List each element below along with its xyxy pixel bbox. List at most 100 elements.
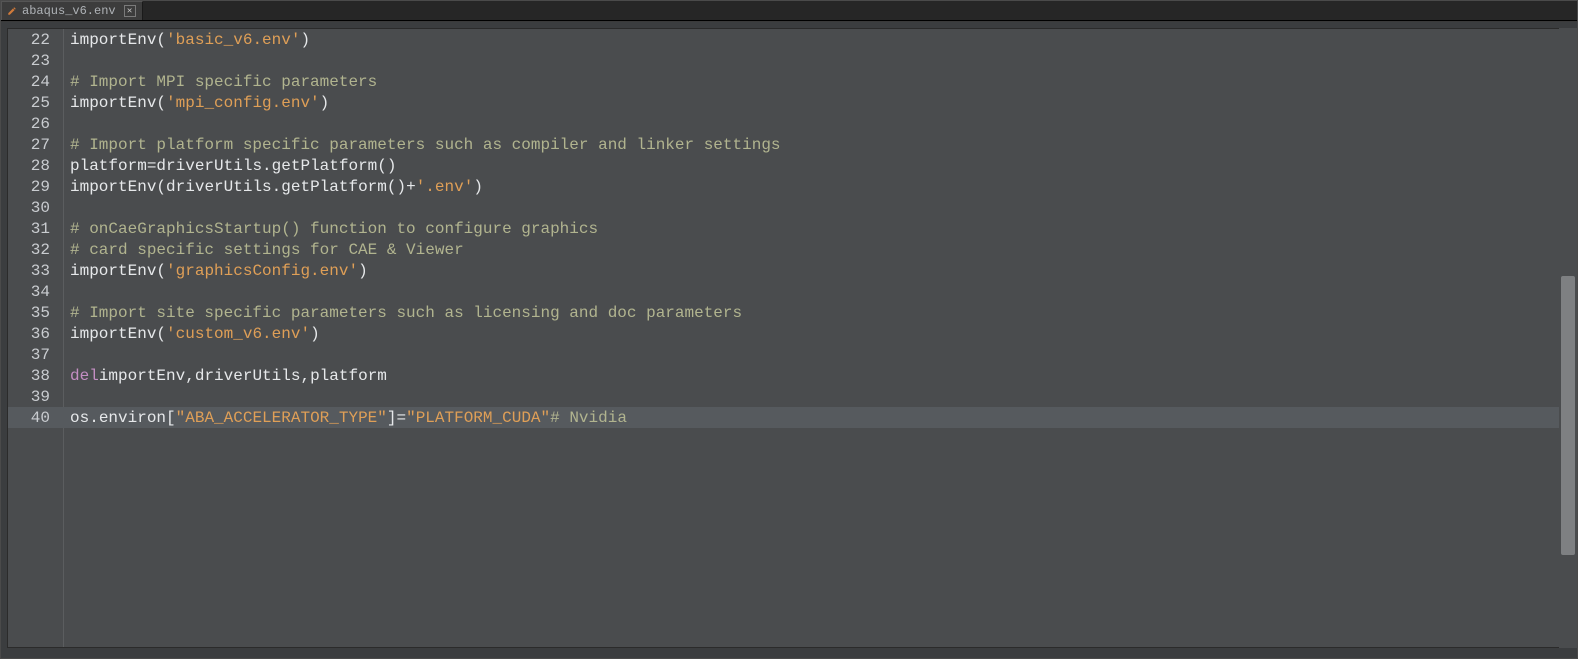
line-number[interactable]: 37	[8, 344, 64, 365]
token-str: '.env'	[416, 178, 474, 196]
file-tab[interactable]: abaqus_v6.env ✕	[1, 1, 143, 20]
tab-filename: abaqus_v6.env	[22, 4, 116, 18]
token-punct: (	[156, 94, 166, 112]
line-number[interactable]: 32	[8, 239, 64, 260]
line-number[interactable]: 35	[8, 302, 64, 323]
token-comment: # Import platform specific parameters su…	[70, 136, 781, 154]
token-punct: ()	[377, 157, 396, 175]
token-func: importEnv	[70, 94, 156, 112]
token-func: importEnv	[70, 262, 156, 280]
token-str: "PLATFORM_CUDA"	[406, 409, 550, 427]
pencil-icon	[6, 5, 18, 17]
code-line[interactable]	[64, 197, 1566, 218]
code-line[interactable]: importEnv(driverUtils.getPlatform() + '.…	[64, 176, 1566, 197]
code-line[interactable]: del importEnv, driverUtils, platform	[64, 365, 1566, 386]
token-keyword: del	[70, 367, 99, 385]
token-comment: # Nvidia	[550, 409, 627, 427]
token-punct: )	[320, 94, 330, 112]
token-punct: )	[358, 262, 368, 280]
editor-window: abaqus_v6.env ✕ 222324252627282930313233…	[0, 0, 1578, 659]
token-comment: # Import MPI specific parameters	[70, 73, 377, 91]
line-number[interactable]: 26	[8, 113, 64, 134]
code-line[interactable]	[64, 50, 1566, 71]
line-number-gutter[interactable]: 22232425262728293031323334353637383940	[8, 29, 64, 647]
token-func: importEnv	[70, 325, 156, 343]
token-punct: )	[300, 31, 310, 49]
token-func: getPlatform	[281, 178, 387, 196]
token-comment: # Import site specific parameters such a…	[70, 304, 742, 322]
token-str: 'custom_v6.env'	[166, 325, 310, 343]
code-line[interactable]	[64, 281, 1566, 302]
line-number[interactable]: 40	[8, 407, 64, 428]
token-punct: (	[156, 31, 166, 49]
code-line[interactable]: platform = driverUtils.getPlatform()	[64, 155, 1566, 176]
token-op: +	[406, 178, 416, 196]
tab-bar: abaqus_v6.env ✕	[1, 1, 1577, 21]
token-punct: ,	[300, 367, 310, 385]
close-icon[interactable]: ✕	[124, 5, 136, 17]
line-number[interactable]: 22	[8, 29, 64, 50]
code-line[interactable]: # Import MPI specific parameters	[64, 71, 1566, 92]
code-line[interactable]: # Import site specific parameters such a…	[64, 302, 1566, 323]
token-ident: platform	[70, 157, 147, 175]
code-line[interactable]	[64, 386, 1566, 407]
token-ident: driverUtils	[156, 157, 262, 175]
token-str: "ABA_ACCELERATOR_TYPE"	[176, 409, 387, 427]
editor-area: 22232425262728293031323334353637383940 i…	[1, 21, 1577, 658]
line-number[interactable]: 38	[8, 365, 64, 386]
code-line[interactable]: importEnv('mpi_config.env')	[64, 92, 1566, 113]
line-number[interactable]: 27	[8, 134, 64, 155]
line-number[interactable]: 39	[8, 386, 64, 407]
code-line[interactable]: importEnv('graphicsConfig.env')	[64, 260, 1566, 281]
token-punct: ()	[387, 178, 406, 196]
token-ident: importEnv	[99, 367, 185, 385]
token-punct: ,	[185, 367, 195, 385]
token-punct: .	[262, 157, 272, 175]
token-ident: platform	[310, 367, 387, 385]
token-func: importEnv	[70, 178, 156, 196]
token-ident: os	[70, 409, 89, 427]
token-punct: (	[156, 325, 166, 343]
line-number[interactable]: 33	[8, 260, 64, 281]
token-str: 'basic_v6.env'	[166, 31, 300, 49]
token-func: getPlatform	[272, 157, 378, 175]
token-op: =	[396, 409, 406, 427]
line-number[interactable]: 25	[8, 92, 64, 113]
token-punct: )	[310, 325, 320, 343]
code-line[interactable]	[64, 113, 1566, 134]
token-punct: )	[473, 178, 483, 196]
vertical-scrollbar[interactable]	[1559, 28, 1577, 648]
token-comment: # card specific settings for CAE & Viewe…	[70, 241, 464, 259]
editor-viewport[interactable]: 22232425262728293031323334353637383940 i…	[7, 28, 1567, 648]
token-punct: .	[89, 409, 99, 427]
scrollbar-thumb[interactable]	[1561, 276, 1575, 555]
token-str: 'mpi_config.env'	[166, 94, 320, 112]
code-line[interactable]: # card specific settings for CAE & Viewe…	[64, 239, 1566, 260]
token-punct: ]	[387, 409, 397, 427]
token-func: importEnv	[70, 31, 156, 49]
code-line[interactable]	[64, 344, 1566, 365]
code-line[interactable]: # onCaeGraphicsStartup() function to con…	[64, 218, 1566, 239]
code-line[interactable]: os.environ["ABA_ACCELERATOR_TYPE"]="PLAT…	[64, 407, 1566, 428]
line-number[interactable]: 23	[8, 50, 64, 71]
code-line[interactable]: # Import platform specific parameters su…	[64, 134, 1566, 155]
line-number[interactable]: 34	[8, 281, 64, 302]
line-number[interactable]: 28	[8, 155, 64, 176]
token-ident: driverUtils	[195, 367, 301, 385]
token-str: 'graphicsConfig.env'	[166, 262, 358, 280]
code-line[interactable]: importEnv('basic_v6.env')	[64, 29, 1566, 50]
line-number[interactable]: 31	[8, 218, 64, 239]
token-punct: (	[156, 178, 166, 196]
token-ident: driverUtils	[166, 178, 272, 196]
line-number[interactable]: 29	[8, 176, 64, 197]
token-op: =	[147, 157, 157, 175]
line-number[interactable]: 36	[8, 323, 64, 344]
code-content[interactable]: importEnv('basic_v6.env')# Import MPI sp…	[64, 29, 1566, 647]
line-number[interactable]: 24	[8, 71, 64, 92]
token-punct: .	[272, 178, 282, 196]
line-number[interactable]: 30	[8, 197, 64, 218]
code-line[interactable]: importEnv('custom_v6.env')	[64, 323, 1566, 344]
token-ident: environ	[99, 409, 166, 427]
token-punct: [	[166, 409, 176, 427]
token-punct: (	[156, 262, 166, 280]
